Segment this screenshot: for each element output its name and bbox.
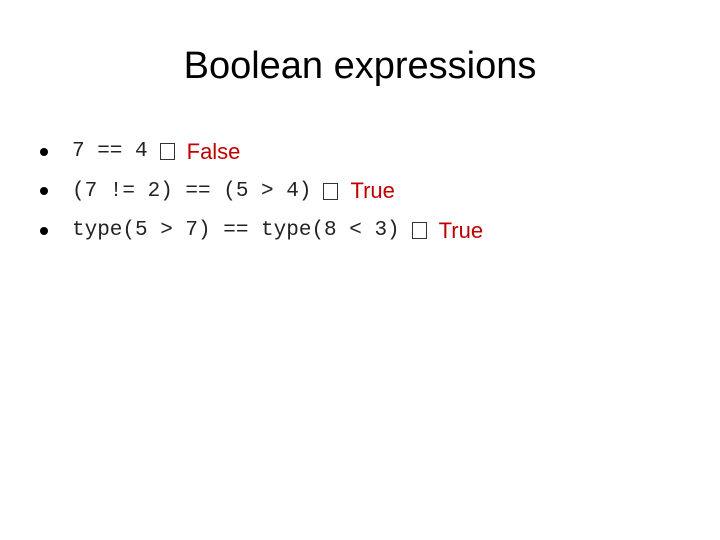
result-value: True [438, 217, 484, 243]
bullet-dot-icon [40, 226, 48, 235]
code-expression: 7 == 4 [72, 140, 148, 164]
result-value: True [350, 178, 395, 204]
bullet-dot-icon [40, 147, 48, 156]
arrow-placeholder-icon [411, 222, 427, 240]
bullet-item: type(5 > 7) == type(8 < 3) True [40, 211, 483, 251]
bullet-item: 7 == 4 False [40, 132, 483, 172]
bullet-list: 7 == 4 False (7 != 2) == (5 > 4) True ty… [40, 132, 483, 251]
bullet-dot-icon [40, 187, 48, 196]
bullet-item: (7 != 2) == (5 > 4) True [40, 172, 483, 212]
code-expression: type(5 > 7) == type(8 < 3) [72, 219, 400, 243]
result-value: False [186, 138, 241, 164]
slide-title: Boolean expressions [183, 45, 537, 87]
arrow-placeholder-icon [323, 182, 339, 200]
arrow-placeholder-icon [159, 143, 175, 161]
code-expression: (7 != 2) == (5 > 4) [72, 179, 312, 203]
